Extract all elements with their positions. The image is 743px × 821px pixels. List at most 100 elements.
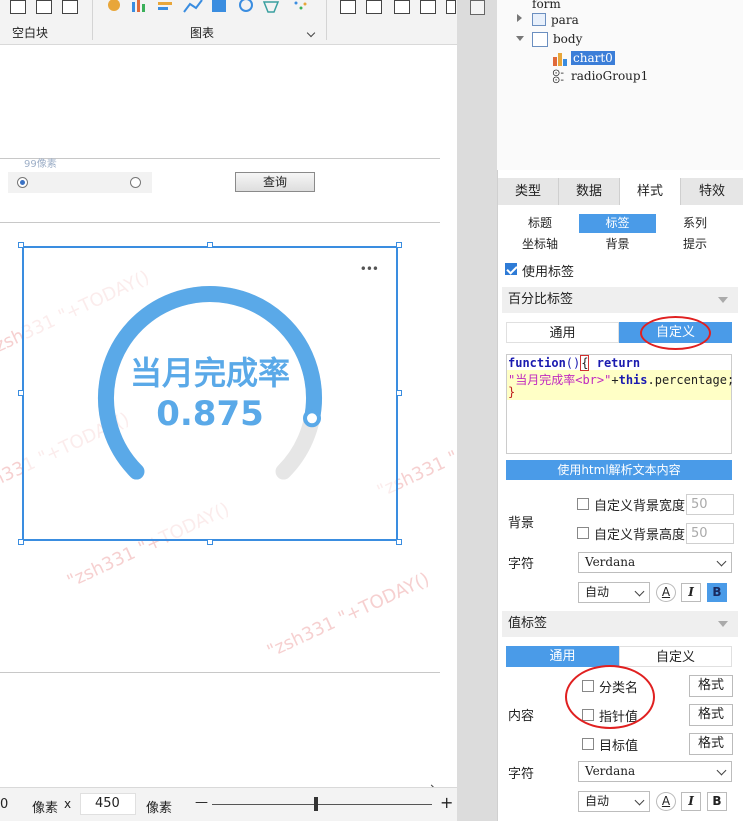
row-block-icon[interactable]	[36, 0, 52, 14]
italic-button[interactable]: I	[681, 792, 701, 811]
subtab-label[interactable]: 标签	[579, 214, 656, 233]
format-button-pointer[interactable]: 格式	[689, 704, 733, 726]
tab-effects[interactable]: 特效	[681, 178, 743, 205]
target-value-label: 目标值	[599, 739, 639, 754]
tree-item-form[interactable]: form	[532, 0, 561, 11]
chart-type-icons[interactable]	[106, 0, 326, 14]
format-button-category[interactable]: 格式	[689, 675, 733, 697]
subtab-title[interactable]: 标题	[502, 214, 578, 233]
subtab-tooltip[interactable]: 提示	[657, 235, 733, 254]
use-label-checkbox[interactable]	[505, 263, 517, 275]
font-color-button[interactable]: A	[656, 583, 676, 602]
collapse-arrow-icon[interactable]	[718, 297, 728, 303]
content-label: 内容	[508, 709, 535, 724]
percent-label-section[interactable]: 百分比标签	[502, 287, 738, 313]
formatter-code-editor[interactable]: function(){ return "当月完成率<br>"+this.perc…	[506, 354, 734, 454]
subtab-series[interactable]: 系列	[657, 214, 733, 233]
resize-handle[interactable]	[18, 390, 24, 396]
design-canvas[interactable]: 99像素 查询 "zsh331 "+TODAY() "zsh331 "+TODA…	[0, 45, 543, 795]
resize-handle[interactable]	[396, 242, 402, 248]
bg-height-input[interactable]: 50	[686, 523, 734, 544]
code-return: return	[596, 356, 641, 370]
subtab-axis[interactable]: 坐标轴	[502, 235, 578, 254]
zoom-slider-thumb[interactable]	[314, 797, 318, 811]
section-title: 百分比标签	[508, 292, 574, 307]
widget-icon-2[interactable]	[366, 0, 382, 14]
expand-icon[interactable]	[517, 14, 522, 22]
custom-bg-height-label: 自定义背景高度	[594, 528, 686, 543]
target-value-checkbox[interactable]	[582, 738, 594, 750]
body-icon	[532, 32, 548, 47]
zoom-slider-track[interactable]	[212, 804, 432, 805]
subtab-background[interactable]: 背景	[579, 235, 656, 254]
gauge-label-title: 当月完成率	[129, 354, 290, 392]
blank-block-icon[interactable]	[10, 0, 26, 14]
bg-width-input[interactable]: 50	[686, 494, 734, 515]
collapse-icon[interactable]	[516, 36, 524, 41]
width-value[interactable]: 0	[0, 797, 8, 812]
percent-mode-general[interactable]: 通用	[506, 322, 619, 343]
widget-icon-1[interactable]	[340, 0, 356, 14]
tree-toggle-icon[interactable]	[470, 0, 485, 15]
custom-bg-width-checkbox[interactable]	[577, 498, 589, 510]
chevron-down-icon	[634, 586, 645, 597]
height-input[interactable]: 450	[80, 793, 136, 815]
code-this: this	[618, 373, 648, 387]
tree-item-radiogroup1[interactable]: radioGroup1	[571, 69, 648, 83]
value-mode-general[interactable]: 通用	[506, 646, 619, 667]
resize-handle[interactable]	[18, 242, 24, 248]
panel-splitter[interactable]	[457, 0, 497, 821]
format-button-target[interactable]: 格式	[689, 733, 733, 755]
tree-item-chart0[interactable]: chart0	[571, 51, 615, 65]
resize-handle[interactable]	[207, 539, 213, 545]
resize-handle[interactable]	[18, 539, 24, 545]
italic-button[interactable]: I	[681, 583, 701, 602]
widget-icon-4[interactable]	[420, 0, 436, 14]
bold-button[interactable]: B	[707, 792, 727, 811]
widget-icon-3[interactable]	[394, 0, 410, 14]
background-label: 背景	[508, 516, 535, 531]
code-line-3: }	[508, 385, 516, 399]
tab-data[interactable]: 数据	[559, 178, 620, 205]
font-size-value: 自动	[585, 794, 610, 808]
para-icon	[532, 13, 546, 26]
resize-handle[interactable]	[396, 390, 402, 396]
value-label-section[interactable]: 值标签	[502, 611, 738, 637]
chevron-down-icon	[716, 556, 727, 567]
chart0-widget[interactable]: ••• 当月完成率 0.875	[22, 246, 398, 541]
chart-node-icon	[553, 53, 567, 66]
tab-style[interactable]: 样式	[620, 178, 681, 205]
font-size-select[interactable]: 自动	[578, 791, 650, 812]
tab-type[interactable]: 类型	[498, 178, 559, 205]
radio-group[interactable]	[8, 172, 152, 193]
zoom-in-button[interactable]: +	[440, 793, 453, 812]
value-mode-custom[interactable]: 自定义	[619, 646, 732, 667]
code-line-1: function(){ return	[508, 355, 641, 371]
zoom-out-button[interactable]: —	[195, 795, 208, 810]
font-family-select[interactable]: Verdana	[578, 552, 732, 573]
font-color-button[interactable]: A	[656, 792, 676, 811]
code-string: "当月完成率<br>"	[508, 373, 612, 387]
chevron-down-icon	[634, 795, 645, 806]
radio-option-1[interactable]	[17, 177, 28, 188]
collapse-arrow-icon[interactable]	[718, 621, 728, 627]
radio-option-2[interactable]	[130, 177, 141, 188]
font-size-select[interactable]: 自动	[578, 582, 650, 603]
grid-block-icon[interactable]	[62, 0, 78, 14]
widget-icon-5[interactable]	[446, 0, 456, 14]
bold-button[interactable]: B	[707, 583, 727, 602]
font-family-select[interactable]: Verdana	[578, 761, 732, 782]
pie-chart-icon	[108, 0, 120, 11]
chevron-down-icon[interactable]	[306, 28, 316, 38]
x-separator: x	[64, 797, 72, 811]
html-parse-button[interactable]: 使用html解析文本内容	[506, 460, 732, 480]
resize-handle[interactable]	[396, 539, 402, 545]
tree-item-body[interactable]: body	[553, 32, 582, 46]
custom-bg-height-checkbox[interactable]	[577, 527, 589, 539]
tree-item-para[interactable]: para	[551, 13, 579, 27]
resize-handle[interactable]	[207, 242, 213, 248]
custom-bg-width-label: 自定义背景宽度	[594, 499, 686, 514]
scatter-chart-icon	[294, 1, 298, 5]
query-button[interactable]: 查询	[235, 172, 315, 192]
font-size-value: 自动	[585, 585, 610, 599]
